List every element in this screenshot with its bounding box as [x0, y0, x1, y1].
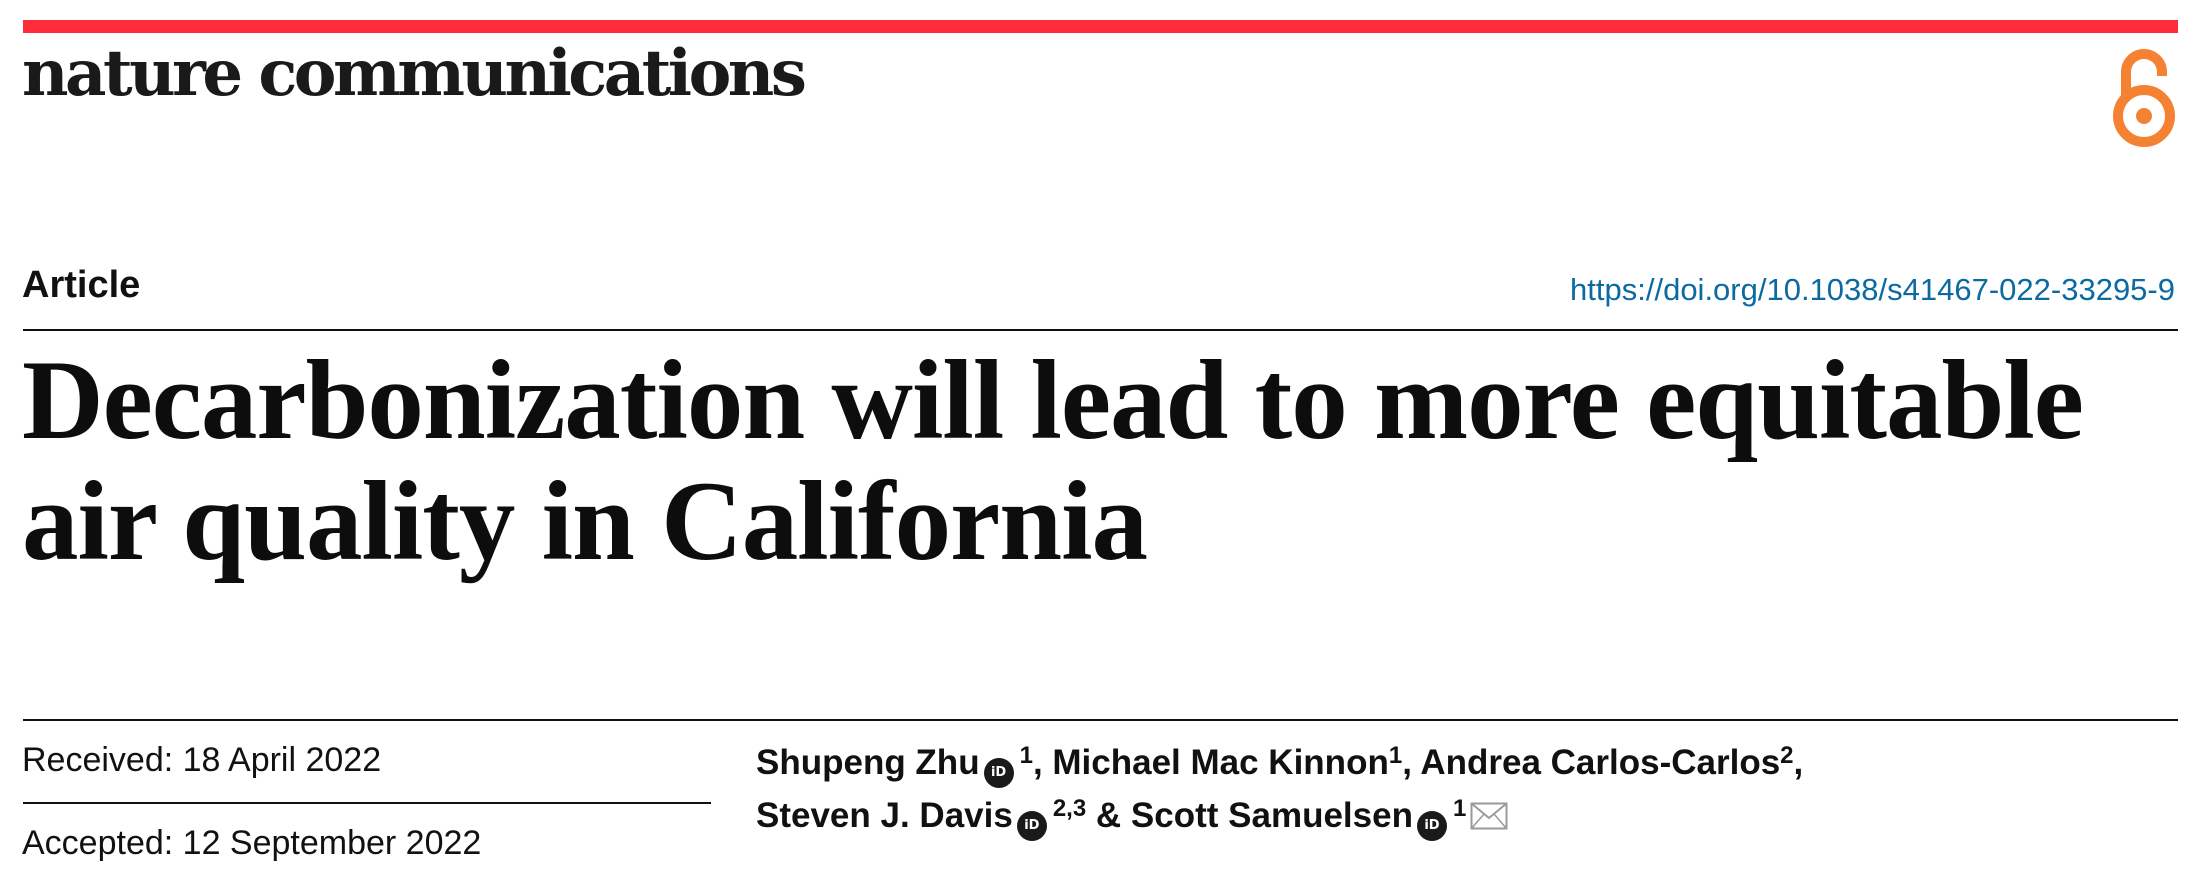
- orcid-icon[interactable]: iD: [1016, 811, 1047, 841]
- author-name[interactable]: Michael Mac Kinnon: [1052, 743, 1388, 782]
- author-affiliation: 1: [1019, 742, 1033, 770]
- author-affiliation: 2: [1780, 742, 1794, 770]
- article-title-line-1: Decarbonization will lead to more equita…: [22, 338, 2084, 463]
- author-line-1: Shupeng Zhu iD1, Michael Mac Kinnon1, And…: [756, 736, 1803, 789]
- author-separator: ,: [1793, 743, 1804, 782]
- header-divider: [23, 329, 2178, 331]
- accepted-date: Accepted: 12 September 2022: [22, 824, 482, 862]
- author-name[interactable]: Andrea Carlos-Carlos: [1420, 743, 1780, 782]
- author-line-2: Steven J. Davis iD2,3 & Scott Samuelsen iD…: [756, 789, 1803, 842]
- author-affiliation: 1: [1452, 795, 1467, 823]
- article-title: Decarbonization will lead to more equita…: [22, 340, 2182, 582]
- author-affiliation: 2,3: [1052, 795, 1087, 823]
- author-separator: ,: [1032, 743, 1053, 782]
- author-separator: ,: [1402, 743, 1421, 782]
- orcid-icon[interactable]: iD: [1416, 811, 1447, 841]
- author-name[interactable]: Shupeng Zhu: [756, 743, 980, 782]
- author-name[interactable]: Scott Samuelsen: [1131, 796, 1413, 835]
- article-title-line-2: air quality in California: [22, 459, 1148, 584]
- metadata-divider: [23, 719, 2178, 721]
- journal-name[interactable]: nature communications: [22, 42, 807, 106]
- author-affiliation: 1: [1388, 742, 1403, 770]
- orcid-icon[interactable]: iD: [983, 758, 1014, 788]
- open-access-lock-icon[interactable]: [2108, 42, 2180, 150]
- envelope-icon[interactable]: [1470, 802, 1508, 830]
- dates-divider: [23, 802, 711, 804]
- author-name[interactable]: Steven J. Davis: [756, 796, 1013, 835]
- received-date: Received: 18 April 2022: [22, 741, 382, 779]
- journal-top-bar: [23, 20, 2178, 33]
- author-separator: &: [1086, 796, 1131, 835]
- doi-link[interactable]: https://doi.org/10.1038/s41467-022-33295…: [1570, 274, 2175, 305]
- article-type-label: Article: [22, 264, 141, 306]
- author-list: Shupeng Zhu iD1, Michael Mac Kinnon1, And…: [756, 736, 1803, 842]
